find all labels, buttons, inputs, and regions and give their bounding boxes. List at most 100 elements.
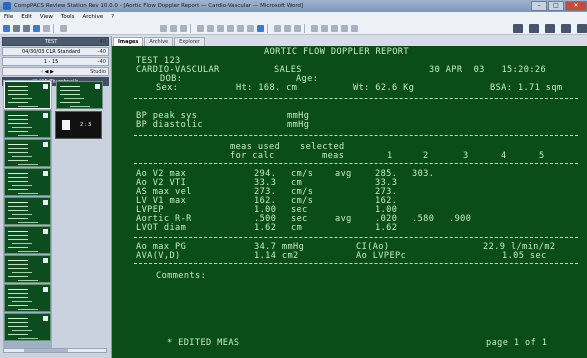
patient-name: TEST xyxy=(44,38,58,45)
report-document-thumbnail[interactable]: 2 : 3 xyxy=(55,111,102,139)
layout-2x2-icon[interactable] xyxy=(545,23,555,33)
scrollbar-thumb[interactable] xyxy=(24,349,68,352)
settings-icon[interactable] xyxy=(577,23,587,33)
next-frame-icon[interactable] xyxy=(237,24,244,32)
open-icon[interactable] xyxy=(3,24,10,32)
first-frame-icon[interactable] xyxy=(197,24,204,32)
grid-layout-icon[interactable] xyxy=(513,23,523,33)
invert-icon[interactable] xyxy=(351,24,358,32)
flip-icon[interactable] xyxy=(294,24,301,32)
thumbnail-strip xyxy=(3,80,52,350)
column-1-header: 1 xyxy=(387,151,393,161)
toolbar-separator xyxy=(304,23,305,33)
tab-images[interactable]: Images xyxy=(113,37,144,46)
measurement-value: 1.62 xyxy=(254,223,277,233)
app-icon xyxy=(3,2,11,10)
thumbnail[interactable] xyxy=(4,284,51,312)
title-bar: CompPACS Review Station Rev 10.0.0 - [Ao… xyxy=(0,0,587,12)
record-icon[interactable] xyxy=(33,24,40,32)
divider xyxy=(134,135,578,136)
thumbnail[interactable] xyxy=(4,226,51,254)
column-3-header: 3 xyxy=(463,151,469,161)
divider xyxy=(134,163,578,164)
studio-button[interactable]: Studio xyxy=(90,69,106,75)
tab-explorer[interactable]: Explorer xyxy=(174,37,205,46)
toolbar-separator xyxy=(190,23,191,33)
report-datetime: 30 APR 03 15:20:26 xyxy=(429,65,547,75)
bp-diastolic-label: BP diastolic xyxy=(136,120,203,130)
cine-icon[interactable] xyxy=(257,24,264,32)
menu-tools[interactable]: Tools xyxy=(61,14,75,20)
thumbnail[interactable] xyxy=(4,110,51,138)
menu-bar: File Edit View Tools Archive ? xyxy=(0,12,587,22)
menu-help[interactable]: ? xyxy=(111,14,114,20)
play-back-icon[interactable] xyxy=(217,24,224,32)
measure-icon[interactable] xyxy=(321,24,328,32)
weight-value: Wt: 62.6 Kg xyxy=(353,83,415,93)
column-2-header: 2 xyxy=(423,151,429,161)
layout-icon[interactable] xyxy=(160,24,167,32)
nav-row[interactable]: ‹ ◀ ▶ Studio xyxy=(2,67,109,76)
series-range: 1 - 15 xyxy=(43,58,59,65)
print-icon[interactable] xyxy=(23,24,30,32)
minimize-button[interactable]: – xyxy=(531,0,547,11)
toolbar-separator xyxy=(267,23,268,33)
last-frame-icon[interactable] xyxy=(247,24,254,32)
prev-frame-icon[interactable] xyxy=(207,24,214,32)
for-calc-header: for calc xyxy=(230,151,275,161)
annotate-icon[interactable] xyxy=(341,24,348,32)
edited-meas-note: * EDITED MEAS xyxy=(167,338,240,348)
thumbnail[interactable] xyxy=(4,197,51,225)
save-icon[interactable] xyxy=(13,24,20,32)
patient-row[interactable]: TEST –40 xyxy=(2,37,109,46)
bsa-value: BSA: 1.71 sqm xyxy=(490,83,563,93)
measurement-col2: .580 xyxy=(412,214,435,224)
thumbnail[interactable] xyxy=(4,255,51,283)
thumbnail[interactable] xyxy=(4,313,51,341)
measurement-name: LVOT diam xyxy=(136,223,187,233)
layout-1x2-icon[interactable] xyxy=(529,23,539,33)
window-title: CompPACS Review Station Rev 10.0.0 - [Ao… xyxy=(14,3,304,9)
forward-icon[interactable] xyxy=(180,24,187,32)
close-button[interactable]: ✕ xyxy=(565,0,587,11)
document-icon xyxy=(62,120,70,130)
dropdown-icon[interactable] xyxy=(60,24,67,32)
tab-archive[interactable]: Archive xyxy=(144,37,174,46)
export-icon[interactable] xyxy=(43,24,50,32)
menu-file[interactable]: File xyxy=(4,14,13,20)
patient-row-count: –40 xyxy=(97,38,106,45)
thumbnail[interactable] xyxy=(4,139,51,167)
thumbnail[interactable] xyxy=(4,168,51,196)
thumbnail[interactable] xyxy=(4,81,51,109)
column-4-header: 4 xyxy=(501,151,507,161)
bp-diastolic-unit: mmHg xyxy=(287,120,310,130)
toolbar-separator xyxy=(53,23,54,33)
study-date: 04/30/03 CLR Standard xyxy=(21,48,81,55)
ava-label: AVA(V,D) xyxy=(136,251,181,261)
column-5-header: 5 xyxy=(539,151,545,161)
page-indicator: page 1 of 1 xyxy=(486,338,548,348)
view-tabs: Images Archive Explorer xyxy=(113,36,206,46)
play-icon[interactable] xyxy=(227,24,234,32)
ao-lvpepc-label: Ao LVPEPc xyxy=(356,251,407,261)
fullscreen-icon[interactable] xyxy=(561,23,571,33)
nav-arrows[interactable]: ‹ ◀ ▶ xyxy=(5,69,90,75)
thumbnail-scrollbar[interactable] xyxy=(3,348,107,353)
back-icon[interactable] xyxy=(170,24,177,32)
divider xyxy=(134,237,578,238)
doppler-report-viewer: AORTIC FLOW DOPPLER REPORT TEST 123 CARD… xyxy=(112,46,587,358)
rotate-icon[interactable] xyxy=(331,24,338,32)
thumbnail[interactable] xyxy=(56,81,103,109)
series-row-count: –40 xyxy=(97,58,106,65)
pan-icon[interactable] xyxy=(311,24,318,32)
maximize-button[interactable]: □ xyxy=(548,0,564,11)
series-row[interactable]: 1 - 15 –40 xyxy=(2,57,109,66)
thumbnail-strip-secondary: 2 : 3 xyxy=(55,80,104,150)
menu-archive[interactable]: Archive xyxy=(83,14,104,20)
toolbar xyxy=(0,22,587,35)
zoom-icon[interactable] xyxy=(274,24,281,32)
menu-edit[interactable]: Edit xyxy=(21,14,32,20)
window-level-icon[interactable] xyxy=(284,24,291,32)
menu-view[interactable]: View xyxy=(40,14,53,20)
study-row[interactable]: 04/30/03 CLR Standard –40 xyxy=(2,47,109,56)
